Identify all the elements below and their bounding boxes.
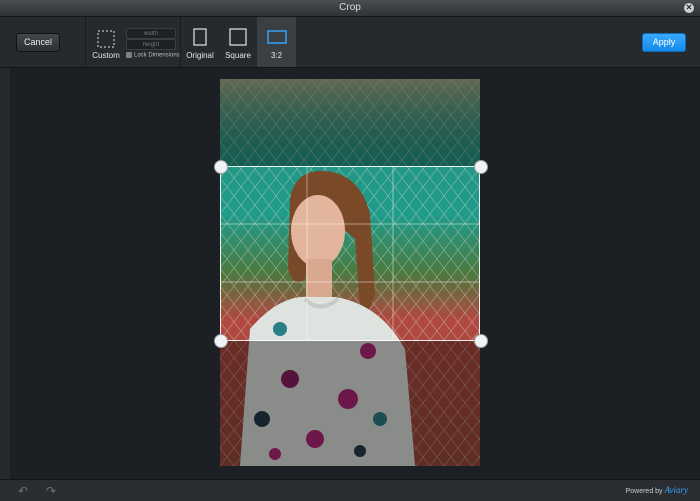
- custom-label: Custom: [92, 51, 120, 60]
- crop-handle-bottom-right[interactable]: [474, 334, 488, 348]
- brand-logo: Aviary: [664, 485, 689, 495]
- lock-dimensions-checkbox[interactable]: Lock Dimensions: [126, 52, 180, 59]
- ratio-3-2-label: 3:2: [270, 51, 283, 60]
- square-tool[interactable]: Square: [219, 17, 257, 67]
- portrait-photo: [220, 79, 480, 466]
- window-titlebar: Crop ✕: [0, 0, 700, 17]
- crop-handle-top-right[interactable]: [474, 160, 488, 174]
- custom-group: Custom: [85, 17, 181, 67]
- custom-crop-icon: [97, 30, 115, 48]
- undo-icon[interactable]: ↶: [18, 484, 28, 498]
- powered-by: Powered by Aviary: [626, 485, 688, 495]
- window-title: Crop: [339, 2, 361, 13]
- preset-group: Original Square 3:2: [180, 17, 296, 67]
- close-icon[interactable]: ✕: [684, 3, 694, 13]
- lock-dimensions-label: Lock Dimensions: [134, 52, 180, 59]
- redo-icon[interactable]: ↷: [46, 484, 56, 498]
- custom-tool[interactable]: Custom: [86, 17, 126, 67]
- square-icon: [229, 28, 247, 46]
- portrait-rect-icon: [193, 28, 207, 46]
- original-label: Original: [186, 51, 214, 60]
- editor-footer: ↶ ↷ Powered by Aviary: [0, 479, 700, 501]
- checkbox-icon: [126, 52, 132, 58]
- landscape-rect-icon: [267, 30, 287, 44]
- crop-toolbar: Cancel Custom Lock Dimensions Original S…: [0, 17, 700, 68]
- crop-handle-top-left[interactable]: [214, 160, 228, 174]
- square-label: Square: [225, 51, 251, 60]
- ratio-3-2-tool[interactable]: 3:2: [257, 17, 296, 67]
- original-tool[interactable]: Original: [181, 17, 219, 67]
- apply-button[interactable]: Apply: [642, 33, 686, 52]
- width-field[interactable]: [126, 28, 176, 39]
- background-page-edge: [0, 68, 10, 479]
- photo-canvas[interactable]: [220, 79, 480, 466]
- crop-handle-bottom-left[interactable]: [214, 334, 228, 348]
- powered-label: Powered by: [625, 488, 663, 495]
- cancel-button[interactable]: Cancel: [16, 33, 60, 52]
- height-field[interactable]: [126, 39, 176, 50]
